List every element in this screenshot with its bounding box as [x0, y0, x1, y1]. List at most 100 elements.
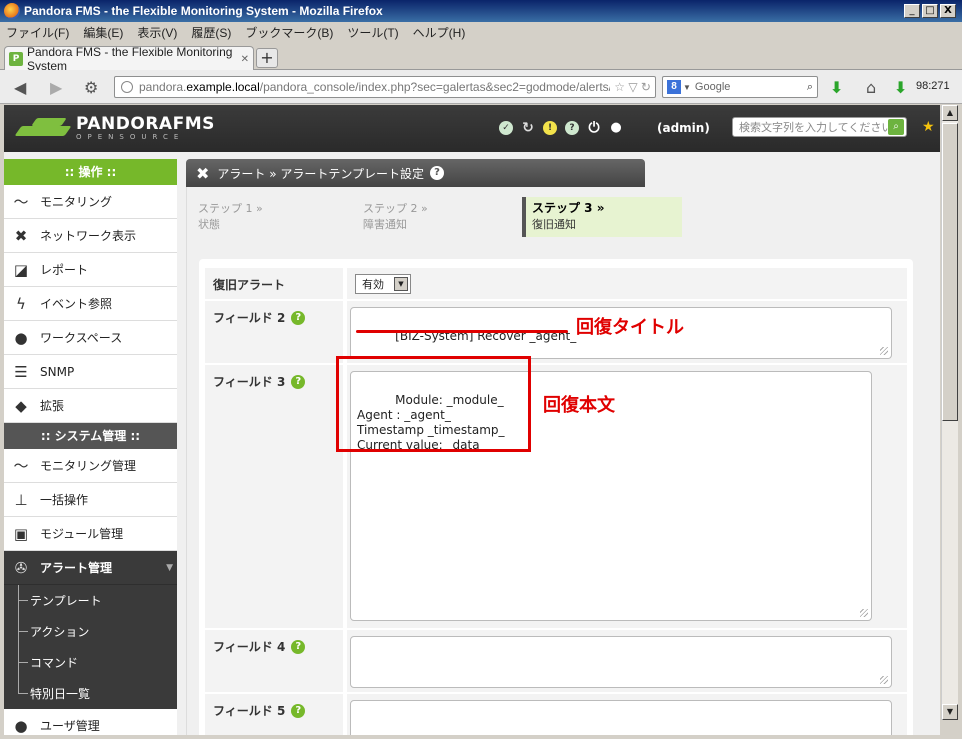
status-ok-icon[interactable]: ✓	[499, 121, 513, 135]
pandora-favicon-icon: P	[9, 52, 23, 66]
home-icon[interactable]: ⌂	[866, 78, 876, 97]
sidebar-item-alert-admin[interactable]: ✇ アラート管理 ▼	[4, 551, 177, 585]
window-title-bar: Pandora FMS - the Flexible Monitoring Sy…	[0, 0, 962, 22]
wizard-steps: ステップ 1 » 状態 ステップ 2 » 障害通知 ステップ 3 » 復旧通知	[192, 197, 687, 237]
step-3-current[interactable]: ステップ 3 » 復旧通知	[522, 197, 682, 237]
scroll-down-icon[interactable]: ▼	[942, 704, 958, 720]
resize-grip-icon[interactable]	[880, 347, 888, 355]
search-placeholder: Google	[694, 81, 731, 93]
scrollbar-thumb[interactable]	[942, 123, 958, 421]
resize-grip-icon[interactable]	[880, 676, 888, 684]
sidebar-section-operation: :: 操作 ::	[4, 159, 177, 185]
url-actions-icon[interactable]: ☆ ▽ ↻	[610, 80, 655, 94]
menu-tools[interactable]: ツール(T)	[347, 24, 398, 41]
search-icon[interactable]: ⌕	[807, 81, 817, 94]
monitoring-icon: 〜	[13, 193, 29, 211]
menu-help[interactable]: ヘルプ(H)	[413, 24, 466, 41]
logo-main-text: PANDORAFMS	[76, 114, 215, 134]
forward-icon[interactable]: ▶	[50, 78, 62, 97]
annotation-title-note: 回復タイトル	[576, 317, 684, 338]
content-body: ステップ 1 » 状態 ステップ 2 » 障害通知 ステップ 3 » 復旧通知 …	[186, 187, 922, 735]
recover-alert-select[interactable]: 有効 ▼	[355, 274, 411, 294]
sidebar-item-network[interactable]: ✖ ネットワーク表示	[4, 219, 177, 253]
sidebar-item-label: アラート管理	[40, 561, 113, 575]
tab-close-icon[interactable]: ✕	[241, 54, 249, 65]
help-icon[interactable]: ?	[291, 374, 306, 389]
user-icon[interactable]: ●	[609, 121, 623, 135]
menu-bookmarks[interactable]: ブックマーク(B)	[245, 24, 333, 41]
sidebar-item-bulk[interactable]: ⊥ 一括操作	[4, 483, 177, 517]
url-bar[interactable]: pandora. example.local/pandora_console/in…	[114, 76, 656, 98]
help-icon[interactable]: ?	[291, 310, 306, 325]
search-bar[interactable]: 8 ▼ Google ⌕	[662, 76, 818, 98]
menu-file[interactable]: ファイル(F)	[6, 24, 69, 41]
warning-icon[interactable]: !	[543, 121, 557, 135]
header-search-input[interactable]: 検索文字列を入力してください ⌕	[732, 117, 907, 137]
annotation-underline	[356, 330, 568, 333]
tab-pandora[interactable]: P Pandora FMS - the Flexible Monitoring …	[4, 45, 254, 73]
scroll-up-icon[interactable]: ▲	[942, 105, 958, 121]
sidebar-item-label: モニタリング	[40, 195, 113, 209]
search-engine-dropdown-icon[interactable]: ▼	[683, 83, 691, 92]
module-icon: ▣	[13, 524, 29, 543]
step-sub: 復旧通知	[532, 218, 576, 231]
chevron-down-icon[interactable]: ▼	[394, 277, 408, 291]
new-tab-button[interactable]: +	[256, 48, 278, 68]
sidebar-item-monitoring[interactable]: 〜 モニタリング	[4, 185, 177, 219]
identity-icon[interactable]: ⚙	[84, 78, 98, 97]
sidebar-item-label: モジュール管理	[40, 527, 124, 541]
sidebar-subitem-commands[interactable]: コマンド	[4, 647, 177, 678]
sidebar-item-module-admin[interactable]: ▣ モジュール管理	[4, 517, 177, 551]
sidebar-item-snmp[interactable]: ☰ SNMP	[4, 355, 177, 389]
field-3-label-text: フィールド 3	[213, 375, 286, 389]
help-icon[interactable]: ?	[565, 121, 579, 135]
sidebar-item-events[interactable]: ϟ イベント参照	[4, 287, 177, 321]
download-icon[interactable]: ⬇	[830, 78, 843, 97]
menu-bar: ファイル(F) 編集(E) 表示(V) 履歴(S) ブックマーク(B) ツール(…	[0, 22, 962, 42]
pandora-logo-mark-icon	[18, 116, 74, 140]
snmp-icon: ☰	[14, 362, 28, 381]
field-4-textarea[interactable]	[350, 636, 892, 688]
close-button[interactable]: X	[940, 4, 956, 18]
resize-grip-icon[interactable]	[860, 609, 868, 617]
header-search-icon[interactable]: ⌕	[888, 119, 904, 135]
sidebar-item-extensions[interactable]: ◆ 拡張	[4, 389, 177, 423]
sidebar-item-monitoring-admin[interactable]: 〜 モニタリング管理	[4, 449, 177, 483]
step-title: ステップ 1 »	[198, 202, 263, 215]
sidebar-subitem-templates[interactable]: テンプレート	[4, 585, 177, 616]
logo-sub-text: OPENSOURCE	[76, 133, 185, 141]
field-5-label-text: フィールド 5	[213, 704, 286, 718]
field-5-textarea[interactable]	[350, 700, 892, 735]
help-icon[interactable]: ?	[291, 639, 306, 654]
help-icon[interactable]: ?	[430, 166, 445, 180]
field-4-label: フィールド 4?	[213, 638, 306, 655]
search-engine-icon[interactable]: 8	[667, 80, 681, 94]
maximize-button[interactable]: □	[922, 4, 938, 18]
menu-history[interactable]: 履歴(S)	[191, 24, 231, 41]
download-status-icon[interactable]: ⬇	[894, 78, 907, 97]
sidebar-item-report[interactable]: ◪ レポート	[4, 253, 177, 287]
field-3-label: フィールド 3?	[213, 373, 306, 390]
menu-view[interactable]: 表示(V)	[137, 24, 177, 41]
pandora-logo[interactable]: PANDORAFMS OPENSOURCE	[18, 115, 215, 141]
logout-icon[interactable]: ⏻	[587, 121, 601, 135]
workspace-icon: ●	[14, 328, 28, 347]
menu-edit[interactable]: 編集(E)	[83, 24, 123, 41]
help-icon[interactable]: ?	[291, 703, 306, 718]
favorite-star-icon[interactable]: ★	[922, 119, 935, 135]
sidebar-subitem-special-days[interactable]: 特別日一覧	[4, 678, 177, 709]
step-1[interactable]: ステップ 1 » 状態	[192, 197, 352, 237]
page-title-tab: ✖ アラート » アラートテンプレート設定 ?	[186, 159, 645, 187]
back-icon[interactable]: ◀	[14, 78, 26, 97]
minimize-button[interactable]: _	[904, 4, 920, 18]
vertical-scrollbar[interactable]: ▲ ▼	[941, 105, 958, 720]
sidebar-item-label: イベント参照	[40, 297, 113, 311]
annotation-box	[336, 356, 531, 452]
sidebar-subitem-actions[interactable]: アクション	[4, 616, 177, 647]
sidebar-item-user-admin[interactable]: ● ユーザ管理	[4, 709, 177, 735]
header-search-placeholder: 検索文字列を入力してください	[739, 121, 888, 134]
current-user[interactable]: (admin)	[657, 121, 710, 135]
refresh-icon[interactable]: ↻	[521, 121, 535, 135]
step-2[interactable]: ステップ 2 » 障害通知	[357, 197, 517, 237]
sidebar-item-workspace[interactable]: ● ワークスペース	[4, 321, 177, 355]
